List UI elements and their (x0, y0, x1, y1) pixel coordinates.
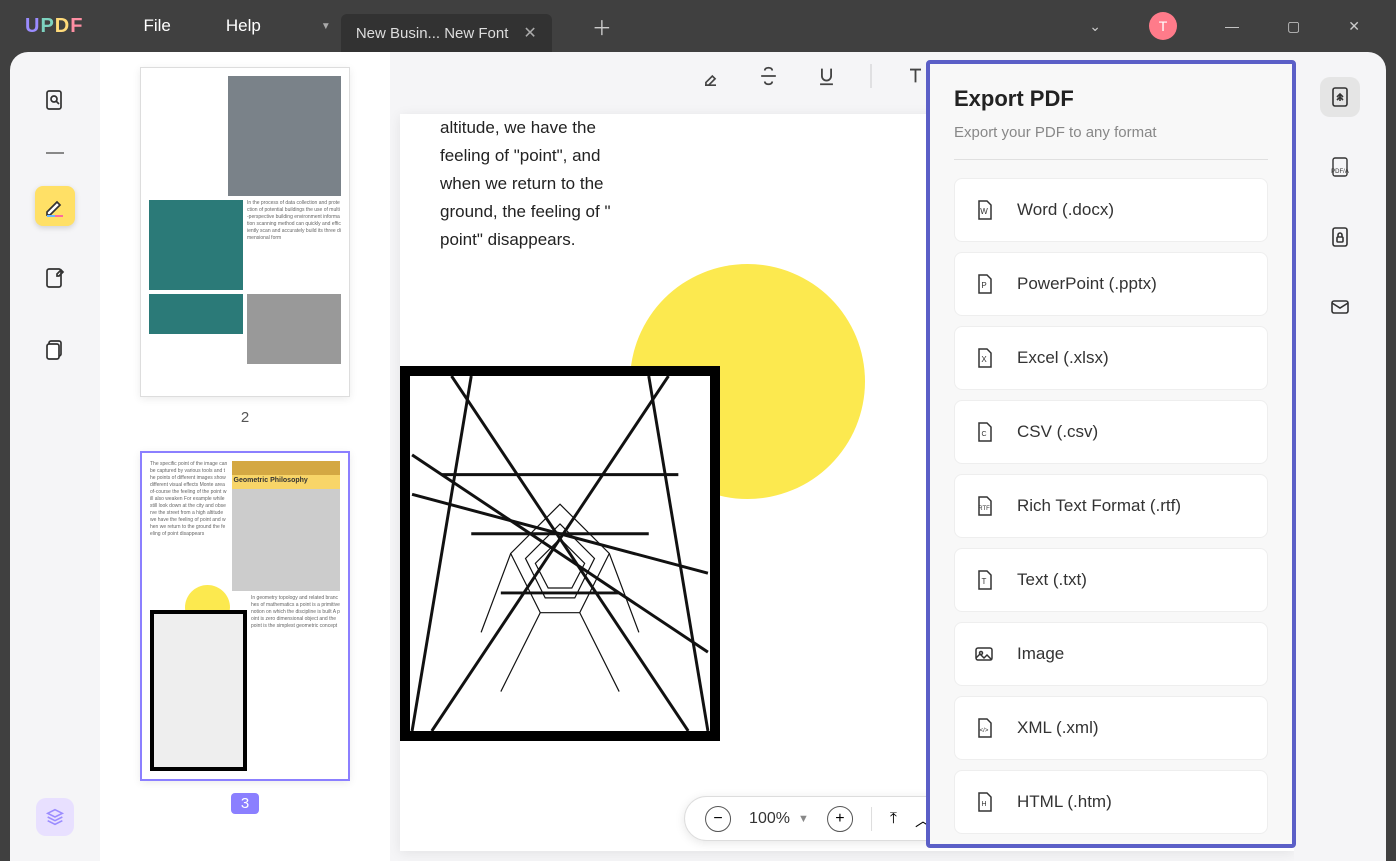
underline-icon[interactable] (813, 62, 841, 90)
export-html[interactable]: H HTML (.htm) (954, 770, 1268, 834)
export-divider (954, 159, 1268, 160)
html-icon: H (971, 789, 997, 815)
thumbnail-page-2[interactable]: In the process of data collection and pr… (140, 67, 350, 397)
export-rtf[interactable]: RTF Rich Text Format (.rtf) (954, 474, 1268, 538)
close-icon[interactable]: ✕ (1348, 18, 1360, 35)
titlebar: UPDF File Help ▼ New Busin... New Font ✕… (0, 0, 1396, 52)
user-avatar[interactable]: T (1149, 12, 1177, 40)
export-label: HTML (.htm) (1017, 792, 1112, 812)
svg-text:</>: </> (980, 728, 989, 734)
svg-text:P: P (981, 281, 986, 290)
tab-close-icon[interactable]: ✕ (523, 23, 536, 43)
right-toolbar: PDF/A (1294, 52, 1386, 861)
powerpoint-icon: P (971, 271, 997, 297)
highlight-icon[interactable] (697, 62, 725, 90)
export-label: PowerPoint (.pptx) (1017, 274, 1157, 294)
export-label: XML (.xml) (1017, 718, 1099, 738)
thumbnail-label: 3 (231, 793, 259, 814)
zoom-percentage: 100% (749, 810, 790, 828)
zoom-value[interactable]: 100% ▼ (749, 810, 809, 828)
export-image[interactable]: Image (954, 622, 1268, 686)
toolbar-divider (871, 64, 872, 88)
zoom-out-button[interactable]: − (705, 806, 731, 832)
export-xml[interactable]: </> XML (.xml) (954, 696, 1268, 760)
document-tab[interactable]: New Busin... New Font ✕ (341, 14, 552, 52)
csv-icon: C (971, 419, 997, 445)
export-text[interactable]: T Text (.txt) (954, 548, 1268, 612)
export-powerpoint[interactable]: P PowerPoint (.pptx) (954, 252, 1268, 316)
rtf-icon: RTF (971, 493, 997, 519)
window-controls: ⌄ T — ▢ ✕ (1089, 12, 1396, 40)
export-subtitle: Export your PDF to any format (954, 124, 1268, 141)
thumbnail-wrapper: In the process of data collection and pr… (140, 67, 350, 426)
svg-text:C: C (981, 431, 986, 438)
svg-text:RTF: RTF (978, 506, 990, 512)
thumbnail-page-3[interactable]: The specific point of the image can be c… (140, 451, 350, 781)
share-tool[interactable] (1320, 287, 1360, 327)
highlighter-tool[interactable] (35, 186, 75, 226)
export-word[interactable]: W Word (.docx) (954, 178, 1268, 242)
export-label: Word (.docx) (1017, 200, 1114, 220)
pages-tool[interactable] (35, 330, 75, 370)
svg-text:T: T (982, 577, 987, 586)
first-page-icon[interactable]: ⤒ (890, 810, 897, 828)
excel-icon: X (971, 345, 997, 371)
export-panel: Export PDF Export your PDF to any format… (926, 60, 1296, 848)
tab-title: New Busin... New Font (356, 25, 509, 42)
pdfa-tool[interactable]: PDF/A (1320, 147, 1360, 187)
protect-tool[interactable] (1320, 217, 1360, 257)
document-text-left: altitude, we have the feeling of "point"… (440, 114, 630, 254)
image-icon (971, 641, 997, 667)
menu-help[interactable]: Help (226, 16, 261, 36)
chevron-down-icon[interactable]: ⌄ (1089, 18, 1101, 35)
document-geometric-image (400, 366, 720, 741)
word-icon: W (971, 197, 997, 223)
tab-add-button[interactable]: ＋ (592, 12, 612, 41)
export-label: Excel (.xlsx) (1017, 348, 1109, 368)
export-title: Export PDF (954, 86, 1268, 112)
zoom-in-button[interactable]: + (827, 806, 853, 832)
export-csv[interactable]: C CSV (.csv) (954, 400, 1268, 464)
text-icon: T (971, 567, 997, 593)
export-excel[interactable]: X Excel (.xlsx) (954, 326, 1268, 390)
edit-tool[interactable] (35, 258, 75, 298)
tab-bar: ▼ New Busin... New Font ✕ ＋ (311, 0, 612, 52)
strikethrough-icon[interactable] (755, 62, 783, 90)
export-label: Text (.txt) (1017, 570, 1087, 590)
layers-icon[interactable] (36, 798, 74, 836)
left-toolbar (10, 52, 100, 861)
thumbnails-panel[interactable]: In the process of data collection and pr… (100, 52, 390, 861)
maximize-icon[interactable]: ▢ (1287, 18, 1300, 35)
zoom-divider (871, 807, 872, 831)
app-logo: UPDF (25, 15, 83, 38)
thumbnail-label: 2 (241, 409, 249, 426)
divider-icon (46, 152, 64, 154)
minimize-icon[interactable]: — (1225, 18, 1239, 34)
svg-text:PDF/A: PDF/A (1331, 169, 1349, 175)
tab-dropdown-icon[interactable]: ▼ (311, 11, 341, 41)
xml-icon: </> (971, 715, 997, 741)
search-tool[interactable] (35, 80, 75, 120)
export-list: W Word (.docx) P PowerPoint (.pptx) X Ex… (954, 178, 1268, 834)
export-label: CSV (.csv) (1017, 422, 1098, 442)
menu-file[interactable]: File (143, 16, 170, 36)
export-label: Image (1017, 644, 1064, 664)
thumbnail-wrapper: The specific point of the image can be c… (140, 451, 350, 814)
svg-text:W: W (980, 207, 988, 216)
svg-text:X: X (981, 355, 987, 364)
export-tool[interactable] (1320, 77, 1360, 117)
svg-text:H: H (981, 801, 986, 808)
export-label: Rich Text Format (.rtf) (1017, 496, 1181, 516)
chevron-down-icon: ▼ (798, 813, 809, 825)
